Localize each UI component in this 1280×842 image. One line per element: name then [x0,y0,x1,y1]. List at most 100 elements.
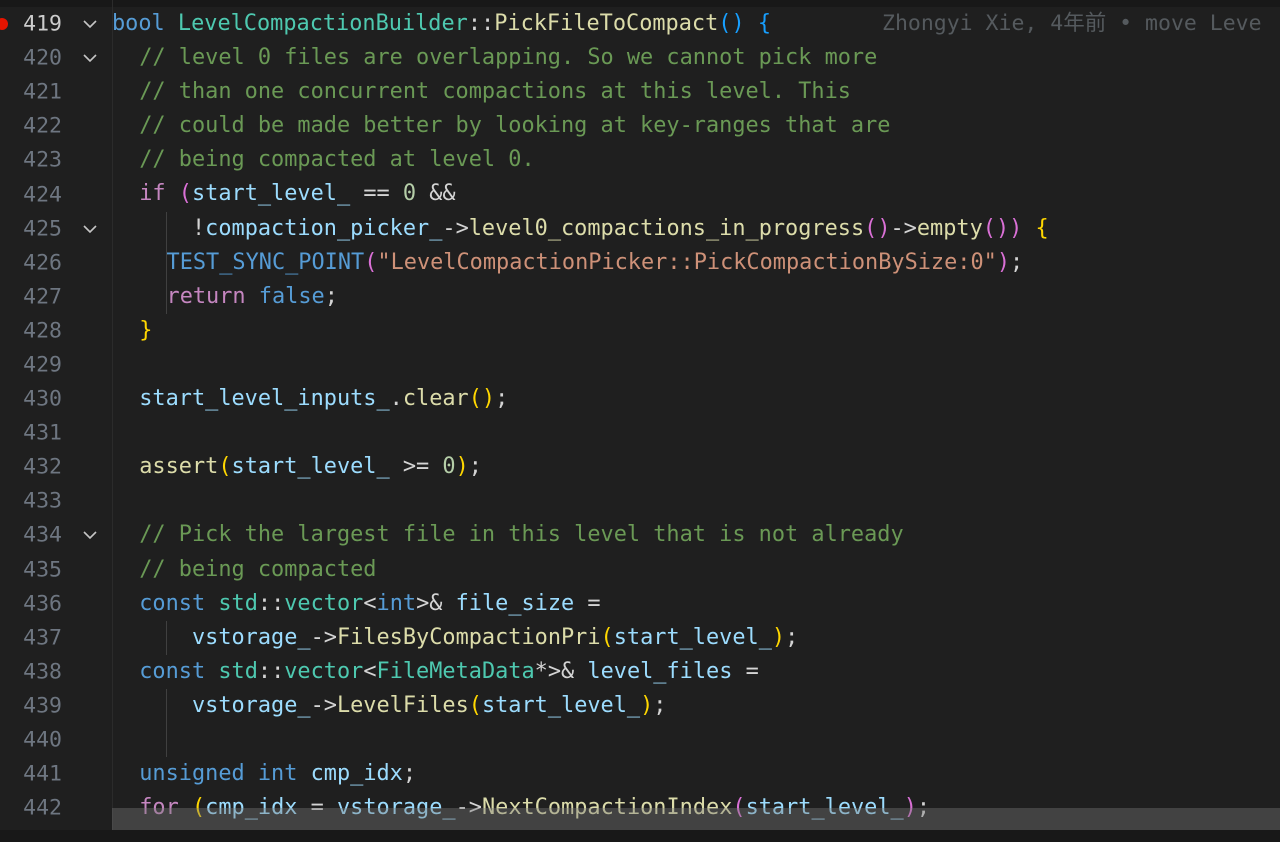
code-line[interactable]: 438 const std::vector<FileMetaData*>& lev… [0,655,1280,689]
line-gutter[interactable]: 442 [0,791,112,825]
code-line[interactable]: 424 if (start_level_ == 0 && [0,177,1280,211]
code-line[interactable]: 433 [0,484,1280,518]
git-blame-annotation[interactable]: Zhongyi Xie, 4年前 • move Leve [882,7,1262,41]
line-content[interactable]: if (start_level_ == 0 && [112,177,1280,211]
line-content[interactable]: // being compacted [112,553,1280,587]
line-gutter[interactable]: 436 [0,587,112,621]
code-token: 0 [402,181,417,207]
line-content[interactable]: assert(start_level_ >= 0); [112,450,1280,484]
code-line[interactable]: 441 unsigned int cmp_idx; [0,757,1280,791]
code-line[interactable]: 427 return false; [0,279,1280,314]
editor-top-strip [0,0,1280,7]
line-content[interactable] [112,348,1280,382]
code-line[interactable]: 421 // than one concurrent compactions at… [0,75,1280,109]
chevron-down-icon[interactable] [80,48,100,68]
line-gutter[interactable]: 430 [0,382,112,416]
line-number: 427 [23,284,62,310]
line-content[interactable] [112,484,1280,518]
line-gutter[interactable]: 432 [0,450,112,484]
code-line[interactable]: 419 bool LevelCompactionBuilder::PickFile… [0,7,1280,41]
line-number: 432 [23,454,62,480]
line-content[interactable]: start_level_inputs_.clear(); [112,382,1280,416]
line-content[interactable]: // could be made better by looking at ke… [112,109,1280,143]
line-gutter[interactable]: 440 [0,723,112,757]
line-gutter[interactable]: 421 [0,75,112,109]
code-line[interactable]: 435 // being compacted [0,553,1280,587]
line-content[interactable]: !compaction_picker_->level0_compactions_… [112,211,1280,246]
code-editor[interactable]: 419 bool LevelCompactionBuilder::PickFile… [0,0,1280,842]
code-line[interactable]: 420 // level 0 files are overlapping. So … [0,41,1280,75]
line-content[interactable]: // than one concurrent compactions at th… [112,75,1280,109]
line-gutter[interactable]: 434 [0,518,112,552]
line-number: 423 [23,147,62,173]
line-number: 438 [23,659,62,685]
line-gutter[interactable]: 424 [0,177,112,211]
code-line[interactable]: 425 !compaction_picker_->level0_compacti… [0,211,1280,246]
line-gutter[interactable]: 426 [0,246,112,280]
line-gutter[interactable]: 441 [0,757,112,791]
line-gutter[interactable]: 438 [0,655,112,689]
line-content[interactable]: unsigned int cmp_idx; [112,757,1280,791]
code-line[interactable]: 430 start_level_inputs_.clear(); [0,382,1280,416]
line-gutter[interactable]: 439 [0,689,112,723]
code-token: // than one concurrent compactions at th… [139,79,851,105]
line-gutter[interactable]: 435 [0,553,112,587]
code-token: () [468,386,496,412]
code-line[interactable]: 429 [0,348,1280,382]
line-gutter[interactable]: 429 [0,348,112,382]
line-content[interactable]: bool LevelCompactionBuilder::PickFileToC… [112,7,1280,41]
line-gutter[interactable]: 423 [0,143,112,177]
line-gutter[interactable]: 419 [0,7,112,41]
chevron-down-icon[interactable] [80,14,100,34]
line-gutter[interactable]: 433 [0,484,112,518]
code-text: const std::vector<FileMetaData*>& level_… [139,655,759,689]
line-gutter[interactable]: 431 [0,416,112,450]
code-line[interactable]: 440 [0,722,1280,758]
chevron-down-icon[interactable] [80,219,100,239]
code-line[interactable]: 437 vstorage_->FilesByCompactionPri(star… [0,620,1280,655]
line-gutter[interactable]: 427 [0,280,112,314]
code-token: () [982,215,1010,241]
line-content[interactable]: vstorage_->FilesByCompactionPri(start_le… [112,620,1280,655]
line-gutter[interactable]: 422 [0,109,112,143]
line-content[interactable] [112,722,1280,758]
code-line[interactable]: 426 TEST_SYNC_POINT("LevelCompactionPicke… [0,245,1280,280]
code-line[interactable]: 436 const std::vector<int>& file_size = [0,587,1280,621]
code-token: PickFileToCompact [494,11,719,36]
code-token: return [166,283,246,309]
line-gutter[interactable]: 437 [0,621,112,655]
code-area[interactable]: 419 bool LevelCompactionBuilder::PickFile… [0,7,1280,825]
code-line[interactable]: 428} [0,314,1280,348]
code-line[interactable]: 423 // being compacted at level 0. [0,143,1280,177]
line-content[interactable]: vstorage_->LevelFiles(start_level_); [112,688,1280,723]
code-text: // being compacted at level 0. [139,143,534,177]
line-gutter[interactable]: 425 [0,212,112,246]
line-content[interactable]: TEST_SYNC_POINT("LevelCompactionPicker::… [112,245,1280,280]
chevron-down-icon[interactable] [80,525,100,545]
line-number: 424 [23,182,62,208]
code-text: } [139,314,152,348]
line-content[interactable]: const std::vector<FileMetaData*>& level_… [112,655,1280,689]
line-content[interactable]: const std::vector<int>& file_size = [112,587,1280,621]
code-token: vector [284,590,364,616]
line-gutter[interactable]: 428 [0,314,112,348]
code-token: { [757,11,772,36]
horizontal-scrollbar[interactable] [112,808,1280,830]
line-number: 425 [23,216,62,242]
line-content[interactable]: return false; [112,279,1280,314]
line-content[interactable]: // being compacted at level 0. [112,143,1280,177]
code-line[interactable]: 422 // could be made better by looking at… [0,109,1280,143]
line-content[interactable]: // Pick the largest file in this level t… [112,518,1280,552]
code-line[interactable]: 439 vstorage_->LevelFiles(start_level_); [0,688,1280,723]
code-line[interactable]: 432 assert(start_level_ >= 0); [0,450,1280,484]
line-gutter[interactable]: 420 [0,41,112,75]
code-line[interactable]: 431 [0,416,1280,450]
line-content[interactable]: } [112,314,1280,348]
line-content[interactable] [112,416,1280,450]
code-line[interactable]: 434 // Pick the largest file in this leve… [0,518,1280,552]
code-token: ; [324,283,338,309]
line-content[interactable]: // level 0 files are overlapping. So we … [112,41,1280,75]
